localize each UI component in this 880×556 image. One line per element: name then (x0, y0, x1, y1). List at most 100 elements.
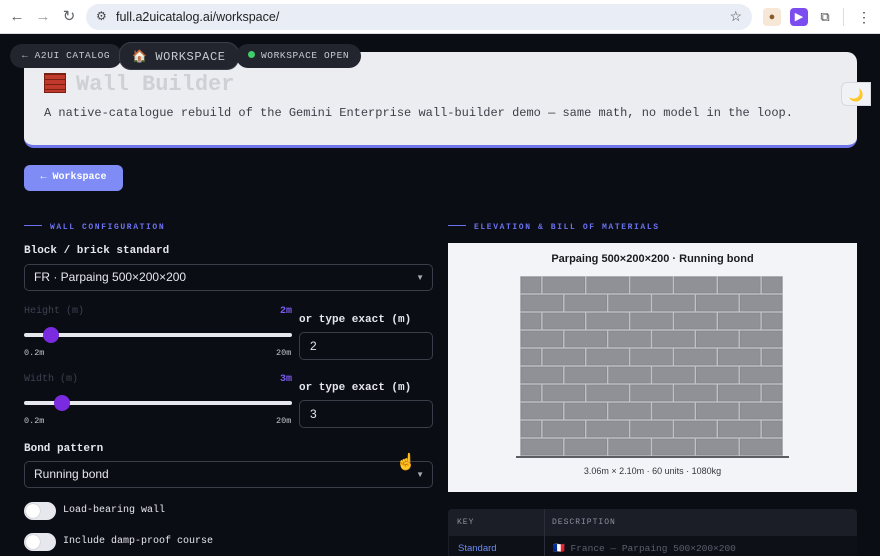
bond-pattern-value: Running bond (34, 467, 109, 481)
wall-block (652, 438, 695, 456)
wall-block (520, 276, 542, 294)
heading-rule (448, 225, 466, 226)
table-cell-key[interactable]: Standard (458, 543, 497, 554)
wall-block (542, 312, 585, 330)
width-slider-thumb[interactable] (53, 395, 70, 411)
wall-block (608, 330, 651, 348)
damp-proof-toggle[interactable] (24, 533, 56, 551)
wall-block (696, 330, 739, 348)
width-max-label: 20m (276, 416, 292, 426)
forward-arrow-icon[interactable]: → (33, 7, 53, 27)
height-exact-input[interactable]: 2 (299, 332, 433, 360)
wall-block (520, 294, 564, 312)
elevation-panel: Parpaing 500×200×200 · Running bond 3.06… (448, 243, 857, 492)
wall-block (630, 276, 673, 294)
site-settings-icon[interactable]: ⚙ (96, 9, 107, 23)
width-min-label: 0.2m (24, 416, 45, 426)
wall-block (739, 294, 783, 312)
wall-block (739, 366, 783, 384)
wall-block (652, 294, 695, 312)
table-cell-description: 🇫🇷 France — Parpaing 500×200×200 (553, 543, 736, 554)
video-extension-icon[interactable]: ▶ (790, 8, 808, 26)
wall-block (608, 402, 651, 420)
wall-block (696, 438, 739, 456)
wall-block (608, 438, 651, 456)
wall-block (761, 348, 783, 366)
width-slider[interactable] (24, 395, 292, 411)
wall-block (739, 438, 783, 456)
width-value: 3m (279, 374, 292, 385)
wall-block (630, 384, 673, 402)
cookie-extension-icon[interactable]: ● (763, 8, 781, 26)
wall-block (718, 348, 761, 366)
wall-block (718, 276, 761, 294)
wall-block (739, 402, 783, 420)
wall-block (674, 348, 717, 366)
wall-block (696, 402, 739, 420)
wall-block (586, 384, 629, 402)
page-title-text: Wall Builder (76, 72, 235, 97)
wall-block (761, 312, 783, 330)
damp-proof-label: Include damp-proof course (63, 536, 214, 547)
wall-block (718, 312, 761, 330)
catalog-link[interactable]: ← A2UI CATALOG (10, 44, 123, 68)
height-label: Height (m) (24, 306, 85, 317)
wall-block (696, 294, 739, 312)
height-min-label: 0.2m (24, 348, 45, 358)
heading-rule (24, 225, 42, 226)
width-exact-input[interactable]: 3 (299, 400, 433, 428)
wall-block (520, 420, 542, 438)
wall-block (564, 402, 607, 420)
wall-block (586, 312, 629, 330)
page-title: Wall Builder (44, 72, 234, 97)
wall-block (696, 366, 739, 384)
block-standard-select[interactable]: FR · Parpaing 500×200×200 ▼ (24, 264, 433, 291)
wall-block (739, 330, 783, 348)
height-slider-thumb[interactable] (42, 327, 59, 343)
address-bar[interactable]: ⚙ full.a2uicatalog.ai/workspace/ ☆ (86, 4, 752, 30)
height-value: 2m (279, 306, 292, 317)
wall-block (542, 276, 585, 294)
table-header-key: KEY (457, 518, 475, 527)
menu-kebab-icon[interactable]: ⋮ (855, 8, 873, 26)
wall-block (586, 348, 629, 366)
back-to-workspace-button[interactable]: ← Workspace (24, 165, 123, 191)
wall-block (542, 348, 585, 366)
back-arrow-icon[interactable]: ← (7, 7, 27, 27)
wall-block (564, 438, 607, 456)
wall-elevation-drawing (516, 276, 789, 458)
browser-toolbar: ← → ↻ ⚙ full.a2uicatalog.ai/workspace/ ☆… (0, 0, 880, 34)
wall-block (608, 366, 651, 384)
mouse-cursor-icon: ☝ (396, 454, 416, 471)
wall-block (652, 330, 695, 348)
load-bearing-toggle[interactable] (24, 502, 56, 520)
reload-icon[interactable]: ↻ (59, 7, 79, 27)
wall-block (761, 276, 783, 294)
workspace-tab[interactable]: 🏠 WORKSPACE (119, 42, 239, 70)
wall-block (564, 366, 607, 384)
wall-block (630, 312, 673, 330)
bond-pattern-select[interactable]: Running bond ▼ (24, 461, 433, 488)
wall-block (564, 330, 607, 348)
chevron-down-icon: ▼ (416, 273, 424, 282)
wall-block (586, 420, 629, 438)
workspace-status-badge: WORKSPACE OPEN (236, 44, 362, 68)
wall-block (564, 294, 607, 312)
wall-block (542, 420, 585, 438)
block-standard-value: FR · Parpaing 500×200×200 (34, 270, 187, 284)
load-bearing-label: Load-bearing wall (63, 505, 166, 516)
wall-block (630, 348, 673, 366)
wall-block (674, 420, 717, 438)
puzzle-extension-icon[interactable]: ⧉ (816, 8, 834, 26)
height-slider[interactable] (24, 327, 292, 343)
page-body: Wall Builder A native-catalogue rebuild … (0, 34, 880, 556)
theme-toggle-moon-icon[interactable]: 🌙 (841, 82, 871, 106)
materials-table-header: KEY DESCRIPTION (448, 509, 857, 536)
width-exact-label: or type exact (m) (299, 382, 412, 394)
wall-block (608, 294, 651, 312)
table-row: Standard 🇫🇷 France — Parpaing 500×200×20… (448, 536, 857, 556)
brick-icon (44, 73, 66, 93)
bookmark-star-icon[interactable]: ☆ (729, 8, 742, 25)
url-text[interactable]: full.a2uicatalog.ai/workspace/ (116, 10, 279, 24)
wall-block (652, 366, 695, 384)
